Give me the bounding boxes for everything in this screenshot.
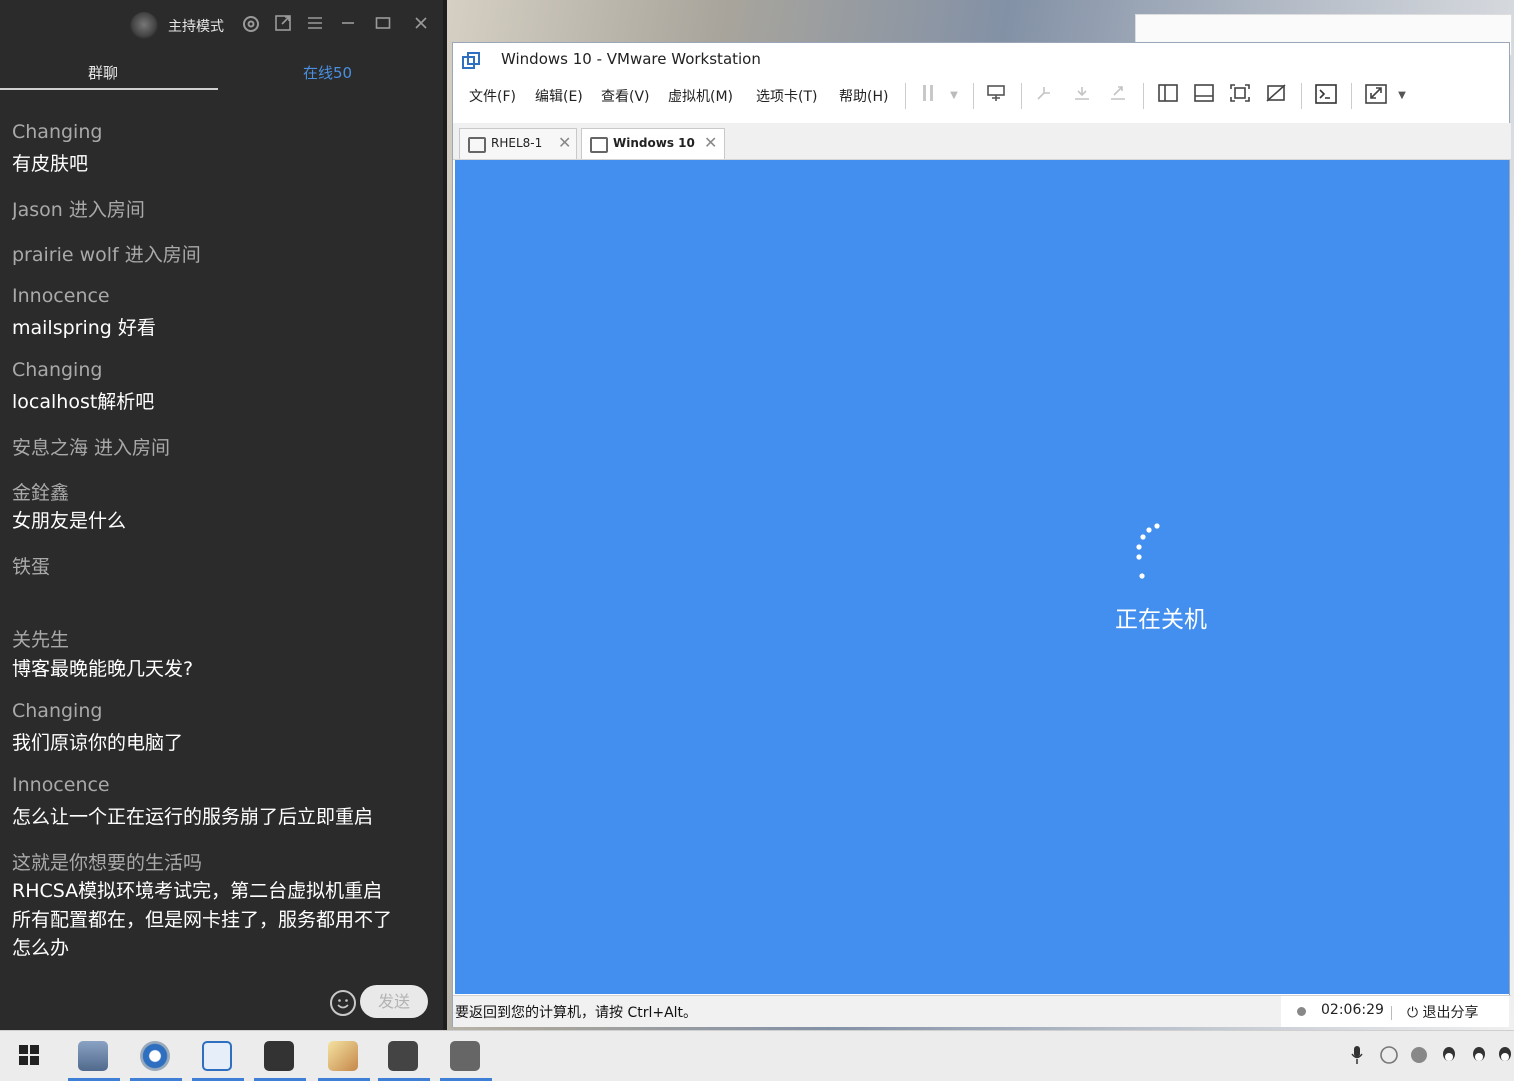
- vmware-window: Windows 10 - VMware Workstation 文件(F) 编辑…: [452, 42, 1511, 1027]
- show-library-icon[interactable]: [1155, 83, 1181, 109]
- media-player-icon[interactable]: [252, 1037, 308, 1081]
- message-sender: Changing: [12, 700, 103, 722]
- message-text: 有皮肤吧: [12, 153, 89, 175]
- screen-share-bar: 02:06:29 ⏻ 退出分享: [1281, 996, 1509, 1027]
- vm-guest-screen[interactable]: 正在关机: [455, 160, 1509, 994]
- message-sender: 这就是你想要的生活吗: [12, 852, 203, 874]
- microphone-icon[interactable]: [1346, 1045, 1368, 1067]
- stretch-view-icon[interactable]: [1363, 83, 1389, 109]
- maximize-icon[interactable]: [372, 14, 394, 36]
- thumbnail-bar-icon[interactable]: [1191, 83, 1217, 109]
- active-tab-indicator: [0, 88, 218, 90]
- message-text: 怎么办: [12, 937, 70, 959]
- message-text: localhost解析吧: [12, 391, 155, 413]
- menu-icon[interactable]: [304, 14, 326, 36]
- loading-spinner-icon: [1136, 523, 1160, 579]
- chat-panel: 主持模式 群聊 在线50 Changing 有皮肤吧 Jason 进入房间 pr…: [0, 0, 443, 1030]
- message-sender: Jason 进入房间: [12, 199, 145, 221]
- settings-icon[interactable]: [240, 14, 262, 36]
- message-sender: Changing: [12, 359, 103, 381]
- close-tab-icon[interactable]: ✕: [704, 133, 717, 152]
- message-text: 博客最晚能晚几天发?: [12, 658, 194, 680]
- menu-view[interactable]: 查看(V): [601, 86, 650, 106]
- message-sender: 金銓鑫: [12, 482, 70, 504]
- vmware-taskbar-icon[interactable]: [190, 1037, 246, 1081]
- vm-icon: [590, 137, 608, 153]
- message-sender: Changing: [12, 121, 103, 143]
- console-view-icon[interactable]: [1313, 83, 1339, 109]
- tab-label: RHEL8-1: [491, 136, 543, 150]
- message-sender: 安息之海 进入房间: [12, 437, 171, 459]
- message-sender: Innocence: [12, 774, 110, 796]
- windows-start-icon[interactable]: [18, 1044, 40, 1066]
- tab-group-chat[interactable]: 群聊: [88, 62, 118, 83]
- popout-icon[interactable]: [272, 14, 294, 36]
- window-title: Windows 10 - VMware Workstation: [501, 50, 761, 68]
- menu-help[interactable]: 帮助(H): [839, 86, 888, 106]
- revert-snapshot-icon[interactable]: [1069, 83, 1095, 109]
- menu-file[interactable]: 文件(F): [469, 86, 516, 106]
- menu-edit[interactable]: 编辑(E): [535, 86, 583, 106]
- message-text: mailspring 好看: [12, 317, 156, 339]
- recording-indicator: [1297, 1007, 1306, 1016]
- power-icon: ⏻: [1407, 1005, 1419, 1021]
- host-avatar[interactable]: [130, 12, 158, 40]
- message-text: 怎么让一个正在运行的服务崩了后立即重启: [12, 806, 374, 828]
- message-text: RHCSA模拟环境考试完，第二台虚拟机重启: [12, 880, 383, 902]
- qq-icon-3[interactable]: [1494, 1045, 1514, 1067]
- message-sender: prairie wolf 进入房间: [12, 244, 201, 266]
- chat-header: 主持模式: [0, 0, 443, 50]
- emoji-icon[interactable]: [330, 990, 356, 1016]
- exit-share-button[interactable]: ⏻ 退出分享: [1407, 1002, 1479, 1022]
- message-sender: 铁蛋: [12, 556, 51, 578]
- close-tab-icon[interactable]: ✕: [558, 133, 571, 152]
- send-button[interactable]: 发送: [360, 985, 428, 1018]
- release-input-hint: 要返回到您的计算机，请按 Ctrl+Alt。: [455, 1005, 698, 1021]
- tab-label: Windows 10: [613, 136, 695, 150]
- share-timer: 02:06:29: [1321, 1002, 1384, 1018]
- terminal-app-icon[interactable]: [376, 1037, 432, 1081]
- tab-windows-10[interactable]: Windows 10 ✕: [581, 128, 725, 159]
- full-screen-icon[interactable]: [1227, 83, 1253, 109]
- exit-share-label: 退出分享: [1422, 1005, 1479, 1021]
- tray-app-icon-2[interactable]: [1408, 1045, 1430, 1067]
- stretch-dropdown-icon[interactable]: ▼: [1389, 83, 1415, 109]
- message-text: 女朋友是什么: [12, 510, 127, 532]
- tab-online[interactable]: 在线50: [303, 62, 352, 83]
- terminal-app-icon-2[interactable]: [438, 1037, 494, 1081]
- minimize-icon[interactable]: [337, 14, 359, 36]
- message-text: 所有配置都在，但是网卡挂了，服务都用不了: [12, 909, 393, 931]
- unity-mode-icon[interactable]: [1263, 83, 1289, 109]
- power-dropdown-icon[interactable]: ▼: [941, 83, 967, 109]
- shutting-down-label: 正在关机: [1115, 607, 1207, 633]
- message-sender: Innocence: [12, 285, 110, 307]
- send-ctrl-alt-del-icon[interactable]: [983, 83, 1009, 109]
- qq-icon-2[interactable]: [1468, 1045, 1490, 1067]
- file-explorer-icon[interactable]: [66, 1037, 122, 1081]
- pause-icon[interactable]: [915, 83, 941, 109]
- message-sender: 关先生: [12, 629, 70, 651]
- chat-tabs: 群聊 在线50: [0, 58, 443, 92]
- menu-bar: 文件(F) 编辑(E) 查看(V) 虚拟机(M) 选项卡(T) 帮助(H): [453, 81, 1511, 111]
- browser-icon[interactable]: [128, 1037, 184, 1081]
- status-bar: 要返回到您的计算机，请按 Ctrl+Alt。 02:06:29 ⏻ 退出分享: [453, 995, 1511, 1027]
- message-list[interactable]: Changing 有皮肤吧 Jason 进入房间 prairie wolf 进入…: [12, 94, 432, 974]
- tab-rhel8-1[interactable]: RHEL8-1 ✕: [459, 128, 577, 159]
- paint-icon[interactable]: [316, 1037, 372, 1081]
- snapshot-manager-icon[interactable]: [1105, 83, 1131, 109]
- menu-vm[interactable]: 虚拟机(M): [668, 86, 733, 106]
- message-text: 我们原谅你的电脑了: [12, 732, 184, 754]
- host-mode-label[interactable]: 主持模式: [168, 16, 224, 36]
- vmware-logo-icon: [461, 51, 480, 69]
- vm-icon: [468, 137, 486, 153]
- menu-tabs[interactable]: 选项卡(T): [756, 86, 817, 106]
- close-icon[interactable]: [410, 14, 432, 36]
- qq-icon[interactable]: [1438, 1045, 1460, 1067]
- snapshot-icon[interactable]: [1031, 83, 1057, 109]
- tray-app-icon[interactable]: [1378, 1045, 1400, 1067]
- taskbar: [0, 1030, 1514, 1081]
- vm-tab-strip: RHEL8-1 ✕ Windows 10 ✕: [453, 123, 1511, 160]
